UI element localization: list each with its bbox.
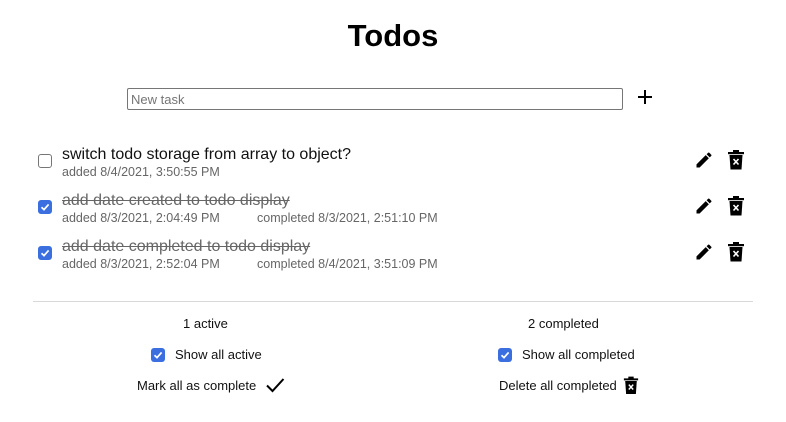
edit-button[interactable] [693,149,715,171]
todo-added-date: added 8/3/2021, 2:52:04 PM [62,257,220,271]
show-all-active-label: Show all active [175,347,262,362]
mark-all-complete-button[interactable]: Mark all as complete [137,376,286,394]
trash-x-icon [728,150,744,170]
todo-completed-date: completed 8/3/2021, 2:51:10 PM [257,211,438,225]
show-all-active-filter[interactable]: Show all active [151,347,262,362]
todo-meta: added 8/4/2021, 3:50:55 PM [62,165,220,179]
trash-x-icon [728,196,744,216]
checkmark-icon [40,203,50,211]
delete-button[interactable] [725,241,747,263]
edit-button[interactable] [693,241,715,263]
todo-meta: added 8/3/2021, 2:52:04 PM completed 8/4… [62,257,438,271]
todo-added-date: added 8/4/2021, 3:50:55 PM [62,165,220,179]
todo-meta: added 8/3/2021, 2:04:49 PM completed 8/3… [62,211,438,225]
show-all-completed-checkbox[interactable] [498,347,512,362]
todo-checkbox[interactable] [38,154,52,168]
trash-x-icon [623,376,638,394]
checkmark-icon [500,351,510,359]
todo-checkbox[interactable] [38,200,52,214]
show-all-completed-label: Show all completed [522,347,635,362]
checkmark-icon [153,351,163,359]
todo-item: add date created to todo display added 8… [0,192,786,232]
show-all-active-checkbox[interactable] [151,347,165,362]
checkmark-icon [266,378,285,393]
todo-text: add date completed to todo display [62,238,311,255]
mark-all-complete-label: Mark all as complete [137,377,257,393]
checkmark-icon [40,249,50,257]
pencil-icon [696,198,712,214]
footer-divider [33,301,753,302]
delete-all-completed-label: Delete all completed [499,378,617,393]
todo-text: add date created to todo display [62,192,290,209]
active-count: 1 active [183,316,228,331]
delete-button[interactable] [725,195,747,217]
edit-button[interactable] [693,195,715,217]
add-task-button[interactable] [634,86,656,108]
todo-item: switch todo storage from array to object… [0,146,786,186]
delete-button[interactable] [725,149,747,171]
show-all-completed-filter[interactable]: Show all completed [498,347,635,362]
pencil-icon [696,244,712,260]
delete-all-completed-button[interactable]: Delete all completed [499,376,639,395]
todo-checkbox[interactable] [38,246,52,260]
completed-count: 2 completed [528,316,599,331]
new-task-input[interactable] [127,88,623,110]
trash-x-icon [728,242,744,262]
pencil-icon [696,152,712,168]
todo-added-date: added 8/3/2021, 2:04:49 PM [62,211,220,225]
todo-completed-date: completed 8/4/2021, 3:51:09 PM [257,257,438,271]
page-title: Todos [347,18,439,53]
todo-text: switch todo storage from array to object… [62,146,352,163]
plus-icon [638,90,652,104]
todo-item: add date completed to todo display added… [0,238,786,278]
